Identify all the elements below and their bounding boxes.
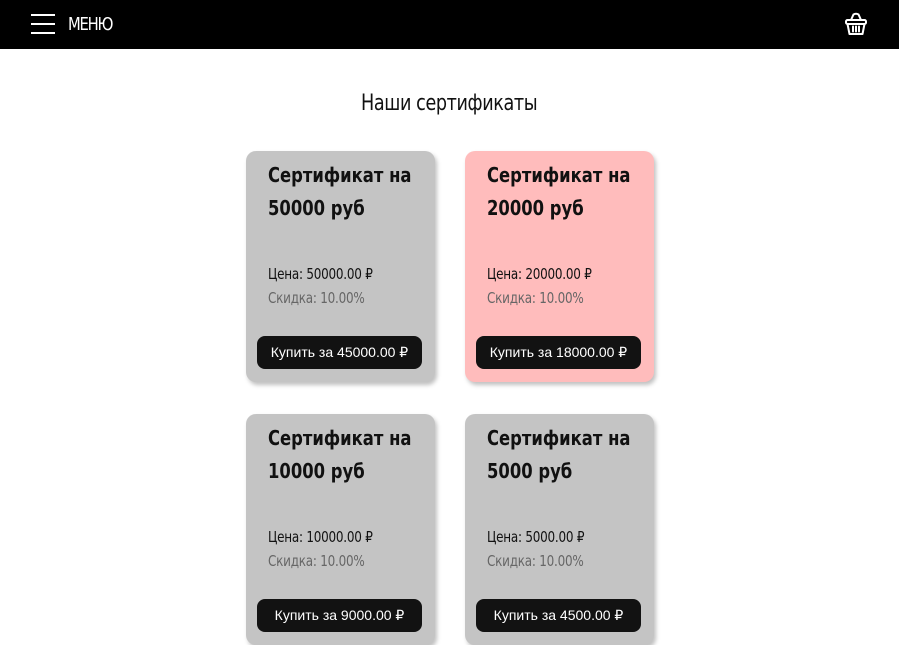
- card-title: Сертификат на 5000 руб: [487, 422, 631, 488]
- card-title-line1: Сертификат на: [487, 163, 631, 187]
- hamburger-icon[interactable]: [31, 13, 55, 35]
- certificate-card: Сертификат на 5000 руб Цена: 5000.00 ₽ С…: [465, 414, 654, 645]
- card-title-line2: 20000 руб: [487, 196, 584, 220]
- menu-toggle[interactable]: МЕНЮ: [31, 12, 122, 36]
- page-title-text: Наши сертификаты: [361, 91, 538, 116]
- certificate-card: Сертификат на 10000 руб Цена: 10000.00 ₽…: [246, 414, 435, 645]
- page-title: Наши сертификаты: [0, 91, 899, 116]
- buy-button[interactable]: Купить за 45000.00 ₽: [257, 336, 422, 369]
- certificate-card: Сертификат на 20000 руб Цена: 20000.00 ₽…: [465, 151, 654, 382]
- menu-label[interactable]: МЕНЮ: [68, 14, 113, 35]
- basket-icon[interactable]: [843, 11, 869, 37]
- card-title-line1: Сертификат на: [487, 426, 631, 450]
- card-title: Сертификат на 10000 руб: [268, 422, 412, 488]
- buy-button[interactable]: Купить за 4500.00 ₽: [476, 599, 641, 632]
- top-navigation-bar: МЕНЮ: [0, 0, 899, 49]
- card-title-line2: 5000 руб: [487, 459, 573, 483]
- card-price: Цена: 5000.00 ₽: [487, 528, 585, 546]
- buy-button[interactable]: Купить за 18000.00 ₽: [476, 336, 641, 369]
- card-price: Цена: 10000.00 ₽: [268, 528, 373, 546]
- card-title: Сертификат на 50000 руб: [268, 159, 412, 225]
- buy-button[interactable]: Купить за 9000.00 ₽: [257, 599, 422, 632]
- card-discount: Скидка: 10.00%: [487, 552, 584, 570]
- card-price: Цена: 50000.00 ₽: [268, 265, 373, 283]
- card-discount: Скидка: 10.00%: [487, 289, 584, 307]
- card-title-line1: Сертификат на: [268, 163, 412, 187]
- card-discount: Скидка: 10.00%: [268, 289, 365, 307]
- certificate-card: Сертификат на 50000 руб Цена: 50000.00 ₽…: [246, 151, 435, 382]
- card-price: Цена: 20000.00 ₽: [487, 265, 592, 283]
- card-title-line2: 10000 руб: [268, 459, 365, 483]
- card-discount: Скидка: 10.00%: [268, 552, 365, 570]
- card-title: Сертификат на 20000 руб: [487, 159, 631, 225]
- card-title-line2: 50000 руб: [268, 196, 365, 220]
- card-title-line1: Сертификат на: [268, 426, 412, 450]
